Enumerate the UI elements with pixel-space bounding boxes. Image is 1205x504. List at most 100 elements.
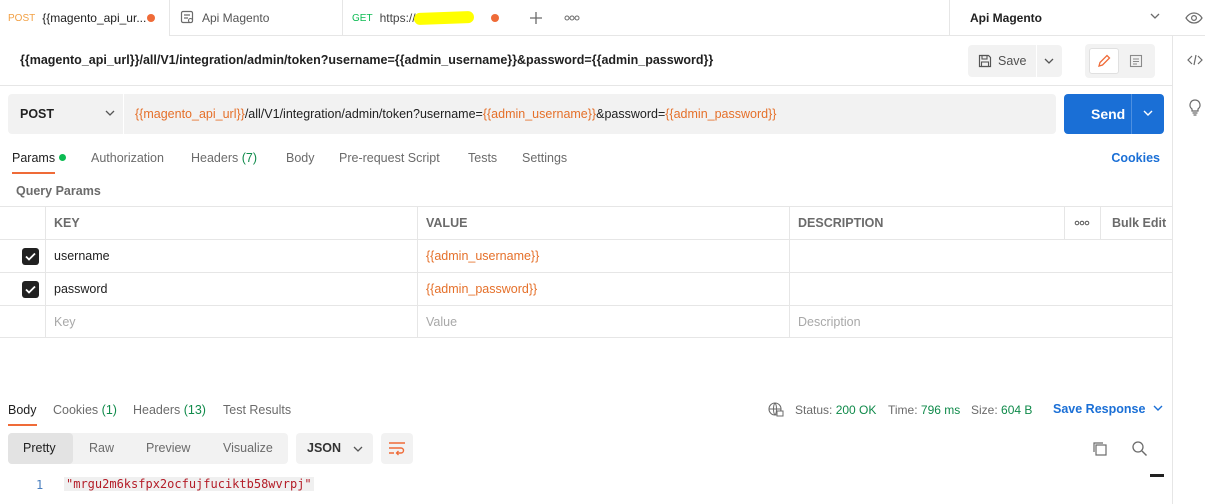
search-icon[interactable] <box>1131 440 1148 460</box>
request-header: {{magento_api_url}}/all/V1/integration/a… <box>0 36 1172 86</box>
tab-authorization[interactable]: Authorization <box>91 151 164 165</box>
view-raw[interactable]: Raw <box>89 441 114 455</box>
size-value: 604 B <box>1001 403 1033 417</box>
tab-post-token[interactable]: POST {{magento_api_ur... <box>0 0 170 36</box>
documentation-icon[interactable] <box>1129 54 1143 71</box>
tab-pre-request-script[interactable]: Pre-request Script <box>339 151 440 165</box>
check-icon <box>25 285 36 294</box>
save-response-button[interactable]: Save Response <box>1053 402 1164 416</box>
right-sidebar <box>1172 36 1205 504</box>
wrap-lines-button[interactable] <box>381 433 413 464</box>
table-row: password {{admin_password}} <box>0 272 1172 305</box>
url-input[interactable]: {{magento_api_url}}/all/V1/integration/a… <box>135 107 776 121</box>
value-placeholder[interactable]: Value <box>417 306 789 338</box>
tab-headers[interactable]: Headers (7) <box>191 151 257 165</box>
divider <box>1036 45 1037 77</box>
more-options-icon[interactable] <box>1064 207 1100 239</box>
size-indicator[interactable]: Size: 604 B <box>971 403 1032 417</box>
bulk-edit-button[interactable]: Bulk Edit <box>1100 207 1172 239</box>
table-header-row: KEY VALUE DESCRIPTION Bulk Edit <box>0 206 1172 239</box>
code-icon[interactable] <box>1187 54 1203 69</box>
tab-response-cookies[interactable]: Cookies (1) <box>53 403 117 417</box>
tab-count: (13) <box>183 403 206 417</box>
request-title[interactable]: {{magento_api_url}}/all/V1/integration/a… <box>20 53 713 67</box>
row-spacer <box>1064 240 1172 272</box>
unsaved-dot <box>491 14 499 22</box>
tab-method: GET <box>352 12 373 24</box>
edit-mode-button[interactable] <box>1089 48 1119 74</box>
param-value[interactable]: {{admin_username}} <box>417 240 789 272</box>
param-checkbox[interactable] <box>22 248 39 265</box>
checkbox-cell <box>0 240 45 272</box>
tab-title: {{magento_api_ur... <box>42 11 147 25</box>
chevron-down-icon[interactable] <box>1142 107 1154 122</box>
time-label: Time: <box>888 403 918 417</box>
size-label: Size: <box>971 403 998 417</box>
eye-icon[interactable] <box>1182 0 1205 36</box>
param-checkbox[interactable] <box>22 281 39 298</box>
checkbox-cell <box>0 273 45 305</box>
row-spacer <box>1064 273 1172 305</box>
status-indicator[interactable]: Status: 200 OK <box>795 403 876 417</box>
time-indicator[interactable]: Time: 796 ms <box>888 403 960 417</box>
tab-title: https:// <box>379 11 416 25</box>
copy-icon[interactable] <box>1091 440 1108 460</box>
tab-response-headers[interactable]: Headers (13) <box>133 403 206 417</box>
time-value: 796 ms <box>920 403 961 417</box>
tab-title: Api Magento <box>202 11 270 25</box>
environment-selector[interactable]: Api Magento <box>949 0 1173 36</box>
tab-label: Headers <box>191 151 239 165</box>
query-params-title: Query Params <box>16 184 101 198</box>
view-pretty[interactable]: Pretty <box>23 441 56 455</box>
format-select[interactable]: JSON <box>296 433 373 464</box>
query-params-table: KEY VALUE DESCRIPTION Bulk Edit username… <box>0 206 1172 338</box>
table-row: username {{admin_username}} <box>0 239 1172 272</box>
key-placeholder[interactable]: Key <box>45 306 417 338</box>
tab-strip: POST {{magento_api_ur... Api Magento GET… <box>0 0 1205 36</box>
environment-name: Api Magento <box>970 11 1042 25</box>
chevron-down-icon <box>1153 405 1163 411</box>
view-preview[interactable]: Preview <box>146 441 190 455</box>
param-value[interactable]: {{admin_password}} <box>417 273 789 305</box>
send-button[interactable]: Send <box>1064 94 1164 134</box>
view-mode-toggle <box>1085 44 1155 78</box>
status-label: Status: <box>795 403 833 417</box>
unsaved-dot <box>147 14 155 22</box>
view-visualize[interactable]: Visualize <box>223 441 273 455</box>
tab-test-results[interactable]: Test Results <box>223 403 291 417</box>
param-description[interactable] <box>789 240 1064 272</box>
description-placeholder[interactable]: Description <box>789 306 1172 338</box>
tab-body[interactable]: Body <box>286 151 315 165</box>
globe-icon[interactable] <box>767 401 784 421</box>
tab-params[interactable]: Params <box>12 151 67 165</box>
param-key[interactable]: username <box>45 240 417 272</box>
tab-method: POST <box>8 12 36 24</box>
tab-count: (1) <box>101 403 117 417</box>
lightbulb-icon[interactable] <box>1188 99 1202 120</box>
param-key[interactable]: password <box>45 273 417 305</box>
active-tab-indicator <box>8 424 37 426</box>
tab-response-body[interactable]: Body <box>8 403 37 417</box>
chevron-down-icon <box>104 107 116 122</box>
scrollbar[interactable] <box>1150 474 1164 477</box>
status-value: 200 OK <box>835 403 877 417</box>
url-text: &password= <box>596 107 666 121</box>
method-select[interactable]: POST <box>8 94 124 134</box>
more-tabs-icon[interactable] <box>558 0 586 36</box>
tab-tests[interactable]: Tests <box>468 151 497 165</box>
tab-api-magento[interactable]: Api Magento <box>170 0 343 36</box>
tab-get-request[interactable]: GET https:// <box>343 0 515 36</box>
cookies-link[interactable]: Cookies <box>1111 151 1160 165</box>
response-body[interactable]: 1 "mrgu2m6ksfpx2ocfujfuciktb58wvrpj" <box>0 476 1150 496</box>
param-description[interactable] <box>789 273 1064 305</box>
chevron-down-icon[interactable] <box>1043 55 1055 70</box>
column-header-key: KEY <box>45 207 417 239</box>
new-tab-icon[interactable] <box>521 0 551 36</box>
pencil-icon <box>1097 54 1111 71</box>
table-row-new: Key Value Description <box>0 305 1172 338</box>
tab-label: Headers <box>133 403 181 417</box>
column-header-value: VALUE <box>417 207 789 239</box>
response-tabs: Body Cookies (1) Headers (13) Test Resul… <box>0 400 1172 426</box>
tab-settings[interactable]: Settings <box>522 151 567 165</box>
save-button[interactable]: Save <box>968 45 1062 77</box>
